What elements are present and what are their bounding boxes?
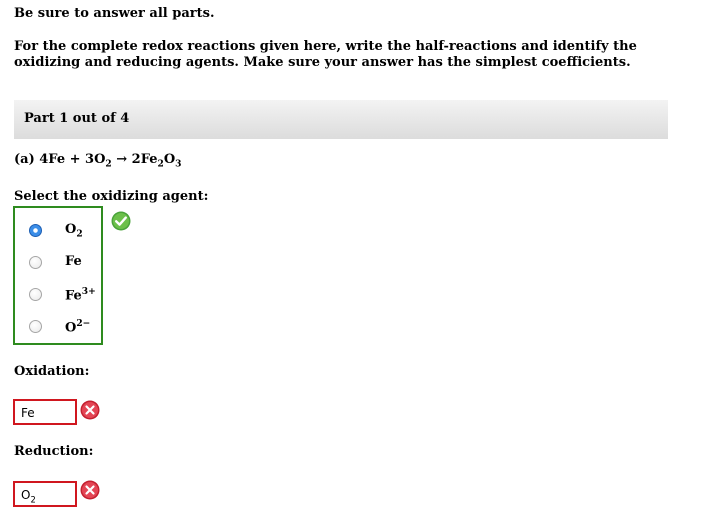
x-circle-icon bbox=[80, 400, 100, 420]
option-label: Fe bbox=[65, 254, 82, 269]
question-prompt: For the complete redox reactions given h… bbox=[14, 39, 637, 70]
oxidation-answer-value: Fe bbox=[21, 406, 35, 420]
option-o2minus[interactable]: O2− bbox=[15, 311, 103, 343]
part-header-bar: Part 1 out of 4 bbox=[14, 100, 668, 139]
radio-button[interactable] bbox=[29, 320, 42, 333]
instructions-text: Be sure to answer all parts. bbox=[14, 6, 215, 21]
reduction-answer-value: O2 bbox=[21, 488, 36, 505]
oxidation-answer-field[interactable]: Fe bbox=[13, 399, 77, 425]
radio-button-selected[interactable] bbox=[29, 224, 42, 237]
option-label: Fe3+ bbox=[65, 286, 96, 304]
select-question: Select the oxidizing agent: bbox=[14, 189, 209, 204]
option-fe[interactable]: Fe bbox=[15, 247, 103, 279]
radio-button[interactable] bbox=[29, 256, 42, 269]
reaction-prefix: (a) 4Fe + 3O bbox=[14, 152, 106, 167]
reaction-o-symbol: O bbox=[163, 152, 176, 167]
option-label: O2− bbox=[65, 318, 91, 336]
option-fe3plus[interactable]: Fe3+ bbox=[15, 279, 103, 311]
x-circle-icon bbox=[80, 480, 100, 500]
reduction-label: Reduction: bbox=[14, 444, 94, 459]
reaction-arrow-product: → 2Fe bbox=[111, 152, 158, 167]
reaction-equation: (a) 4Fe + 3O2 → 2Fe2O3 bbox=[14, 152, 182, 170]
part-label: Part 1 out of 4 bbox=[24, 111, 130, 126]
option-o2[interactable]: O2 bbox=[15, 215, 103, 247]
reaction-o-subscript: 3 bbox=[175, 158, 182, 170]
oxidation-label: Oxidation: bbox=[14, 364, 90, 379]
reduction-answer-field[interactable]: O2 bbox=[13, 481, 77, 507]
option-label: O2 bbox=[65, 222, 83, 240]
oxidizing-agent-options: O2 Fe Fe3+ O2− bbox=[13, 206, 103, 345]
radio-button[interactable] bbox=[29, 288, 42, 301]
check-circle-icon bbox=[111, 211, 131, 231]
